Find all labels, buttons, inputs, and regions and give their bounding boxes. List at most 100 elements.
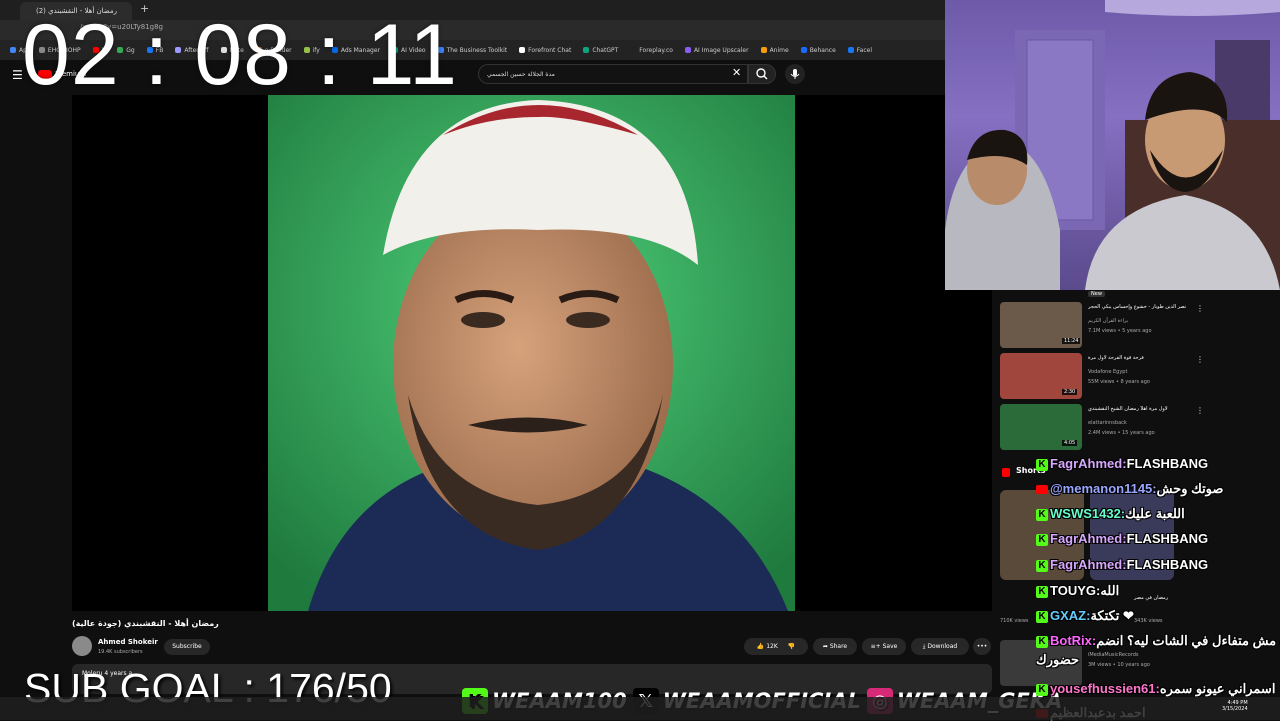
chat-username: FagrAhmed: (1050, 531, 1127, 546)
clear-search-icon[interactable]: ✕ (732, 66, 741, 79)
chat-text: اسمراني عيونو سمره (1159, 681, 1276, 696)
bookmark-item[interactable]: Forefront Chat (519, 47, 571, 54)
bookmark-favicon-icon (760, 47, 767, 53)
channel-subscriber-count: 19.4K subscribers (98, 649, 143, 655)
kick-badge-icon: K (1036, 585, 1048, 598)
recommended-video-card[interactable]: 2:30 فرحة قوة الفرحة لأول مرة Vodafone Egy… (1000, 353, 1280, 401)
video-frame-portrait[interactable] (268, 95, 795, 611)
like-icon[interactable]: 👍 (757, 643, 764, 650)
chat-username: TOUYG: (1050, 583, 1101, 598)
chat-username: GXAZ: (1050, 608, 1091, 623)
share-label: Share (829, 643, 848, 650)
download-button[interactable]: ⤓ Download (911, 638, 969, 655)
bookmark-label: AI Image Upscaler (693, 46, 749, 54)
bookmark-item[interactable]: Facel (847, 46, 873, 54)
more-options-icon[interactable]: ⋮ (1196, 406, 1204, 415)
video-channel: iMediaMusicRecords (1088, 652, 1139, 658)
chat-username: @memanon1145: (1050, 481, 1157, 496)
chat-text: FLASHBANG (1126, 456, 1209, 471)
bookmark-label: Facel (856, 46, 873, 54)
webcam-overlay (945, 0, 1280, 290)
video-duration: 2:30 (1062, 389, 1078, 395)
chat-text: FLASHBANG (1126, 531, 1209, 546)
recommended-video-card[interactable]: 4:05 لأول مرة أهلاً رمضان الشيخ النقشبندي… (1000, 404, 1280, 452)
video-title[interactable]: سال دمعي يا إلهي - وإيل طوبار - الشيخ نص… (1088, 304, 1188, 310)
video-title: رمضان أهلا - النقشبندي (جودة عالية) (72, 619, 219, 628)
chat-username: FagrAhmed: (1050, 456, 1127, 471)
kick-badge-icon: K (1036, 533, 1048, 546)
chat-message: K FagrAhmed:FLASHBANG (1036, 456, 1208, 471)
chat-text: FLASHBANG (1126, 557, 1209, 572)
bookmark-item[interactable]: Anime (760, 46, 789, 54)
like-count: 12K (766, 643, 778, 650)
subscribe-button[interactable]: Subscribe (164, 639, 210, 655)
video-title[interactable]: لأول مرة أهلاً رمضان الشيخ النقشبندي (1088, 406, 1188, 412)
more-options-icon[interactable]: ⋮ (1196, 304, 1204, 313)
recommended-video-card[interactable]: 11:24 سال دمعي يا إلهي - وإيل طوبار - الش… (1000, 302, 1280, 350)
chat-text: حضورك (1036, 652, 1080, 667)
webcam-feed-image (945, 0, 1280, 290)
youtube-badge-icon (1036, 485, 1048, 495)
video-duration: 11:24 (1062, 338, 1081, 344)
chat-message: K GXAZ:تكتكة ❤ (1036, 608, 1134, 624)
video-meta: 3M views • 10 years ago (1088, 662, 1150, 668)
chat-text: الله (1100, 583, 1120, 598)
download-icon: ⤓ (922, 643, 926, 650)
search-input[interactable]: مدة الجلالة حسين الجسمي (478, 64, 748, 84)
kick-badge-icon: K (1036, 458, 1048, 471)
bookmark-label: Behance (809, 46, 836, 54)
chat-message: Kyousefhussien61:اسمراني عيونو سمره (1036, 681, 1275, 697)
chat-text: صوتك وحش (1156, 481, 1224, 496)
search-icon (756, 68, 768, 80)
chat-message: K TOUYG:الله (1036, 583, 1119, 599)
channel-name[interactable]: Ahmed Shokeir (98, 638, 158, 646)
short-views: 710K views (1000, 618, 1029, 624)
share-button[interactable]: ➦ Share (813, 638, 857, 655)
chat-text: اللعبة عليك (1125, 506, 1185, 521)
bookmark-favicon-icon (10, 47, 16, 53)
bookmark-favicon-icon (519, 47, 526, 53)
short-title: رمضان في مصر (1134, 595, 1169, 601)
chat-text: انت مش متفاءل في الشات ليه؟ انضم (1096, 633, 1280, 648)
voice-search-button[interactable] (785, 64, 805, 84)
share-icon: ➦ (822, 643, 828, 650)
chat-username: BotRix: (1050, 633, 1097, 648)
bookmark-item[interactable]: AI Image Upscaler (684, 46, 749, 54)
bookmark-favicon-icon (630, 47, 637, 53)
like-dislike-control[interactable]: 👍 12K 👎 (744, 638, 808, 655)
kick-badge-icon: K (1036, 610, 1048, 623)
bookmark-label: Anime (769, 46, 789, 54)
video-channel[interactable]: elattarinnsback (1088, 420, 1127, 426)
chat-message: @memanon1145:صوتك وحش (1036, 481, 1223, 497)
more-actions-button[interactable]: ••• (973, 638, 991, 655)
bookmark-item[interactable]: Foreplay.co (630, 47, 673, 54)
sheikh-portrait-image (268, 95, 795, 611)
video-meta: 55M views • 8 years ago (1088, 379, 1150, 385)
shorts-icon (1002, 468, 1010, 477)
chat-username: FagrAhmed: (1050, 557, 1127, 572)
save-button[interactable]: ≡+ Save (862, 638, 906, 655)
taskbar-clock[interactable]: 4:49 PM 3/15/2024 (1222, 700, 1248, 712)
bookmark-favicon-icon (847, 47, 854, 53)
video-channel[interactable]: Vodafone Egypt (1088, 369, 1127, 375)
save-label: Save (882, 643, 898, 650)
bookmark-item[interactable]: ChatGPT (583, 47, 618, 54)
windows-taskbar (0, 697, 1280, 720)
chat-message: K FagrAhmed:FLASHBANG (1036, 531, 1208, 546)
chat-message: K BotRix:انت مش متفاءل في الشات ليه؟ انضم (1036, 633, 1280, 649)
dislike-icon[interactable]: 👎 (788, 643, 795, 650)
save-icon: ≡+ (870, 643, 881, 650)
bookmark-label: Forefront Chat (528, 46, 572, 54)
more-options-icon[interactable]: ⋮ (1196, 355, 1204, 364)
video-channel[interactable]: براءة القرآن الكريم (1088, 318, 1128, 324)
video-meta: 7.1M views • 5 years ago (1088, 328, 1152, 334)
microphone-icon (790, 69, 800, 79)
bookmark-favicon-icon (800, 47, 807, 53)
video-meta: 2.4M views • 15 years ago (1088, 430, 1155, 436)
search-button[interactable] (748, 64, 776, 84)
video-title[interactable]: فرحة قوة الفرحة لأول مرة (1088, 355, 1188, 361)
new-badge: New (1088, 291, 1105, 297)
channel-avatar[interactable] (72, 636, 92, 656)
bookmark-item[interactable]: Behance (800, 46, 836, 54)
kick-badge-icon: K (1036, 508, 1048, 521)
